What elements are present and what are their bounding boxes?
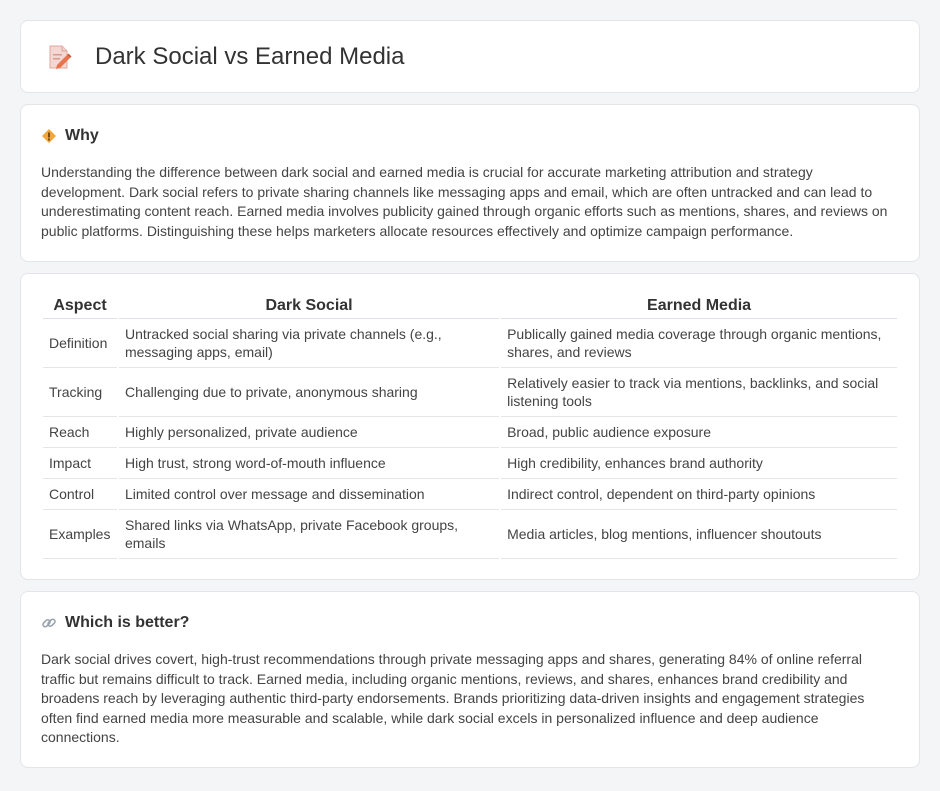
dark-social-cell: Highly personalized, private audience xyxy=(118,417,500,448)
comparison-section: Aspect Dark Social Earned Media Definiti… xyxy=(20,273,920,580)
better-title: Which is better? xyxy=(65,614,190,631)
aspect-cell: Reach xyxy=(43,417,117,448)
comparison-table: Aspect Dark Social Earned Media Definiti… xyxy=(41,294,899,559)
better-heading: Which is better? xyxy=(41,614,899,632)
earned-media-cell: Broad, public audience exposure xyxy=(501,417,897,448)
aspect-cell: Definition xyxy=(43,319,117,368)
aspect-cell: Impact xyxy=(43,448,117,479)
diamond-sign-icon xyxy=(41,128,57,144)
page-title: Dark Social vs Earned Media xyxy=(95,42,405,70)
table-header-row: Aspect Dark Social Earned Media xyxy=(43,294,897,319)
table-row: Tracking Challenging due to private, ano… xyxy=(43,368,897,417)
why-heading: Why xyxy=(41,127,899,145)
table-row: Reach Highly personalized, private audie… xyxy=(43,417,897,448)
earned-media-cell: High credibility, enhances brand authori… xyxy=(501,448,897,479)
which-is-better-section: Which is better? Dark social drives cove… xyxy=(20,591,920,768)
link-icon xyxy=(41,615,57,631)
aspect-cell: Tracking xyxy=(43,368,117,417)
header-card: Dark Social vs Earned Media xyxy=(20,20,920,93)
table-row: Examples Shared links via WhatsApp, priv… xyxy=(43,510,897,559)
earned-media-cell: Relatively easier to track via mentions,… xyxy=(501,368,897,417)
better-text: Dark social drives covert, high-trust re… xyxy=(41,651,865,745)
earned-media-cell: Media articles, blog mentions, influence… xyxy=(501,510,897,559)
why-text: Understanding the difference between dar… xyxy=(41,164,888,239)
table-row: Definition Untracked social sharing via … xyxy=(43,319,897,368)
document-pencil-icon xyxy=(45,43,73,71)
earned-media-cell: Publically gained media coverage through… xyxy=(501,319,897,368)
table-row: Control Limited control over message and… xyxy=(43,479,897,510)
aspect-cell: Control xyxy=(43,479,117,510)
dark-social-cell: Untracked social sharing via private cha… xyxy=(118,319,500,368)
earned-media-cell: Indirect control, dependent on third-par… xyxy=(501,479,897,510)
column-header-dark-social: Dark Social xyxy=(118,294,500,319)
dark-social-cell: Challenging due to private, anonymous sh… xyxy=(118,368,500,417)
dark-social-cell: High trust, strong word-of-mouth influen… xyxy=(118,448,500,479)
dark-social-cell: Limited control over message and dissemi… xyxy=(118,479,500,510)
column-header-aspect: Aspect xyxy=(43,294,117,319)
aspect-cell: Examples xyxy=(43,510,117,559)
dark-social-cell: Shared links via WhatsApp, private Faceb… xyxy=(118,510,500,559)
column-header-earned-media: Earned Media xyxy=(501,294,897,319)
why-section: Why Understanding the difference between… xyxy=(20,104,920,262)
table-row: Impact High trust, strong word-of-mouth … xyxy=(43,448,897,479)
why-title: Why xyxy=(65,127,99,144)
